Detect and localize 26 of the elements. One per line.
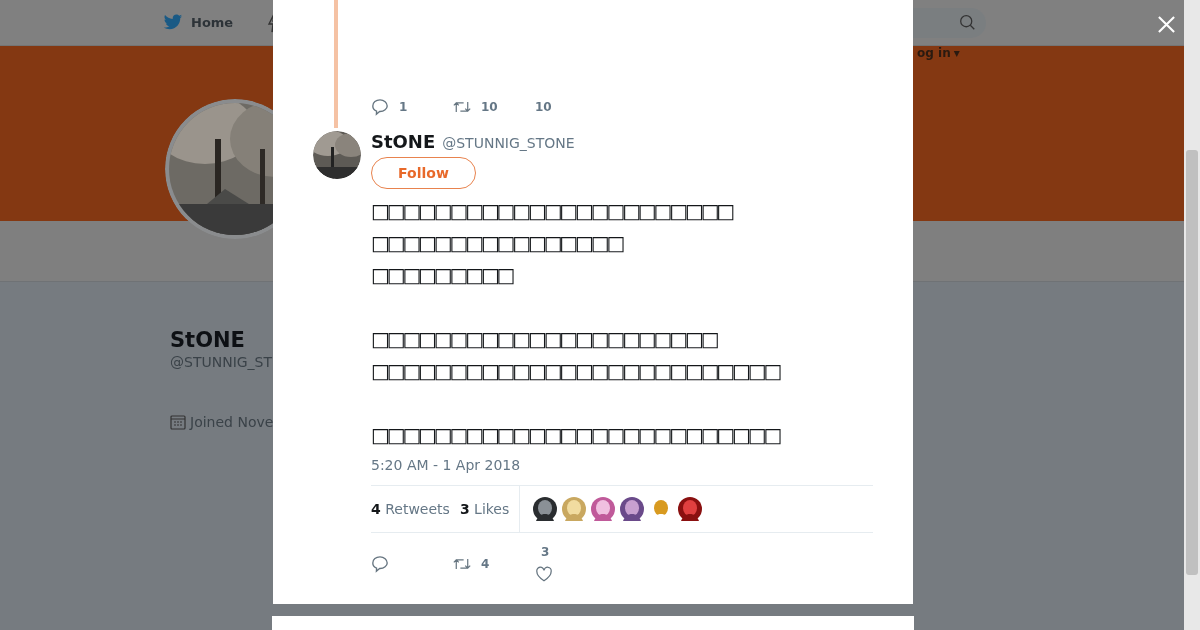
like-count: 10 xyxy=(535,100,552,114)
scrollbar[interactable] xyxy=(1184,0,1200,630)
user-handle: @STUNNIG_STONE xyxy=(442,135,575,151)
search-icon[interactable] xyxy=(959,14,976,31)
tweet-timestamp: 5:20 AM - 1 Apr 2018 xyxy=(371,457,522,473)
retweet-count: 4 xyxy=(481,557,490,571)
caret-icon[interactable]: ▾ xyxy=(953,46,960,60)
heart-icon[interactable] xyxy=(535,565,553,583)
stat-link[interactable]: 4 Retweets xyxy=(371,501,450,517)
user-name: StONE xyxy=(371,131,436,152)
like-count: 3 xyxy=(541,545,550,559)
profile-handle: @STUNNIG_ST xyxy=(170,354,273,370)
close-icon[interactable] xyxy=(1157,15,1176,34)
home-link[interactable]: Home xyxy=(191,15,234,30)
joined-date: Joined Nove xyxy=(190,414,274,430)
bird-icon xyxy=(163,14,183,31)
follow-button[interactable]: Follow xyxy=(371,157,476,189)
profile-name: StONE xyxy=(170,328,245,352)
reply-icon[interactable] xyxy=(371,555,389,573)
calendar-icon xyxy=(170,414,186,430)
reply-count: 1 xyxy=(399,100,408,114)
reply-icon[interactable] xyxy=(371,98,389,116)
login-link[interactable]: og in xyxy=(917,46,951,60)
stat-link[interactable]: 3 Likes xyxy=(459,501,510,517)
retweet-count: 10 xyxy=(481,100,498,114)
tweet-text: □□□□□□□□□□□□□□□□□□□□□□□ □□□□□□□□□□□□□□□□ □□□□□□□□□ □□□□□□□□□□□□□□□□□□□□□□ □□□□□□□□□□□□□□□□□□□□□□□□□□ □□□□□□□□□□□□□□□□□□□□□□□□□□ xyxy=(371,198,780,449)
